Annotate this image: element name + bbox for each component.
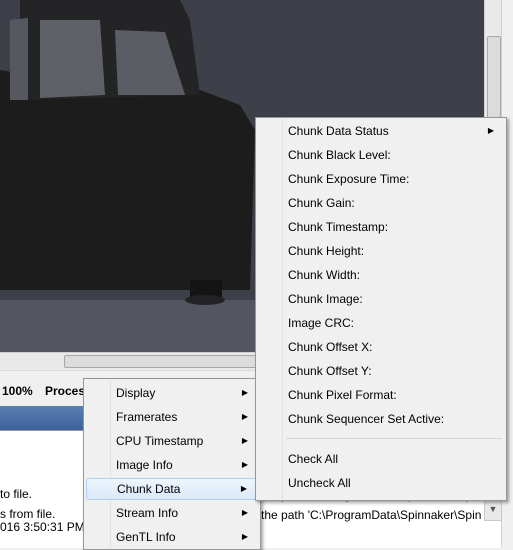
menu-item-label: Uncheck All xyxy=(288,476,351,490)
scrollbar-thumb[interactable] xyxy=(64,355,266,368)
triangle-right-icon: ▶ xyxy=(241,412,248,421)
menu-item-cpu-timestamp[interactable]: CPU Timestamp ▶ xyxy=(86,430,258,452)
scrollbar-thumb[interactable] xyxy=(487,36,501,118)
menu-item-label: Chunk Height: xyxy=(288,244,365,258)
menu-item-label: Chunk Width: xyxy=(288,268,361,282)
menu-item-chunk-data[interactable]: Chunk Data ▶ xyxy=(86,478,258,500)
log-line: to file. xyxy=(0,487,33,501)
menu-item-image-crc[interactable]: Image CRC: xyxy=(258,312,504,334)
menu-item-label: Display xyxy=(116,386,156,400)
menu-item-gentl-info[interactable]: GenTL Info ▶ xyxy=(86,526,258,548)
menu-item-label: Stream Info xyxy=(116,506,179,520)
menu-item-image-info[interactable]: Image Info ▶ xyxy=(86,454,258,476)
triangle-right-icon: ▶ xyxy=(241,508,248,517)
zoom-level: 100% xyxy=(2,384,33,398)
menu-item-chunk-data-status[interactable]: Chunk Data Status ▶ xyxy=(258,120,504,142)
menu-item-chunk-offset-x[interactable]: Chunk Offset X: xyxy=(258,336,504,358)
menu-item-stream-info[interactable]: Stream Info ▶ xyxy=(86,502,258,524)
menu-item-chunk-black-level[interactable]: Chunk Black Level: xyxy=(258,144,504,166)
menu-item-display[interactable]: Display ▶ xyxy=(86,382,258,404)
menu-item-framerates[interactable]: Framerates ▶ xyxy=(86,406,258,428)
menu-item-label: Chunk Data xyxy=(117,482,181,496)
menu-item-chunk-image[interactable]: Chunk Image: xyxy=(258,288,504,310)
menu-item-chunk-width[interactable]: Chunk Width: xyxy=(258,264,504,286)
menu-item-label: Chunk Black Level: xyxy=(288,148,391,162)
menu-item-label: Chunk Offset X: xyxy=(288,340,373,354)
menu-item-chunk-exposure-time[interactable]: Chunk Exposure Time: xyxy=(258,168,504,190)
chunk-data-submenu: Chunk Data Status ▶ Chunk Black Level: C… xyxy=(255,117,507,501)
triangle-right-icon: ▶ xyxy=(241,460,248,469)
menu-item-label: Chunk Exposure Time: xyxy=(288,172,410,186)
menu-item-label: Check All xyxy=(288,452,339,466)
menu-item-label: Chunk Data Status xyxy=(288,124,389,138)
menu-item-chunk-gain[interactable]: Chunk Gain: xyxy=(258,192,504,214)
menu-item-chunk-height[interactable]: Chunk Height: xyxy=(258,240,504,262)
menu-item-label: CPU Timestamp xyxy=(116,434,204,448)
menu-item-label: Framerates xyxy=(116,410,178,424)
menu-item-label: Chunk Gain: xyxy=(288,196,355,210)
menu-item-label: Chunk Pixel Format: xyxy=(288,388,397,402)
menu-item-label: Chunk Timestamp: xyxy=(288,220,389,234)
triangle-right-icon: ▶ xyxy=(241,532,248,541)
menu-item-chunk-pixel-format[interactable]: Chunk Pixel Format: xyxy=(258,384,504,406)
triangle-right-icon: ▶ xyxy=(487,126,494,135)
menu-item-check-all[interactable]: Check All xyxy=(258,448,504,470)
menu-item-label: Chunk Offset Y: xyxy=(288,364,372,378)
menu-item-chunk-timestamp[interactable]: Chunk Timestamp: xyxy=(258,216,504,238)
triangle-right-icon: ▶ xyxy=(241,388,248,397)
menu-item-chunk-offset-y[interactable]: Chunk Offset Y: xyxy=(258,360,504,382)
menu-item-label: GenTL Info xyxy=(116,530,176,544)
menu-item-uncheck-all[interactable]: Uncheck All xyxy=(258,472,504,494)
menu-separator xyxy=(286,438,502,439)
context-menu: Display ▶ Framerates ▶ CPU Timestamp ▶ I… xyxy=(83,378,261,550)
menu-item-label: Chunk Image: xyxy=(288,292,363,306)
triangle-right-icon: ▶ xyxy=(241,436,248,445)
menu-item-label: Chunk Sequencer Set Active: xyxy=(288,412,445,426)
menu-item-label: Image Info xyxy=(116,458,173,472)
menu-item-label: Image CRC: xyxy=(288,316,355,330)
log-line: 016 3:50:31 PM xyxy=(0,520,84,534)
menu-item-chunk-sequencer-set-active[interactable]: Chunk Sequencer Set Active: xyxy=(258,408,504,430)
triangle-right-icon: ▶ xyxy=(240,484,247,493)
log-line: the path 'C:\ProgramData\Spinnaker\Spin xyxy=(261,508,482,522)
